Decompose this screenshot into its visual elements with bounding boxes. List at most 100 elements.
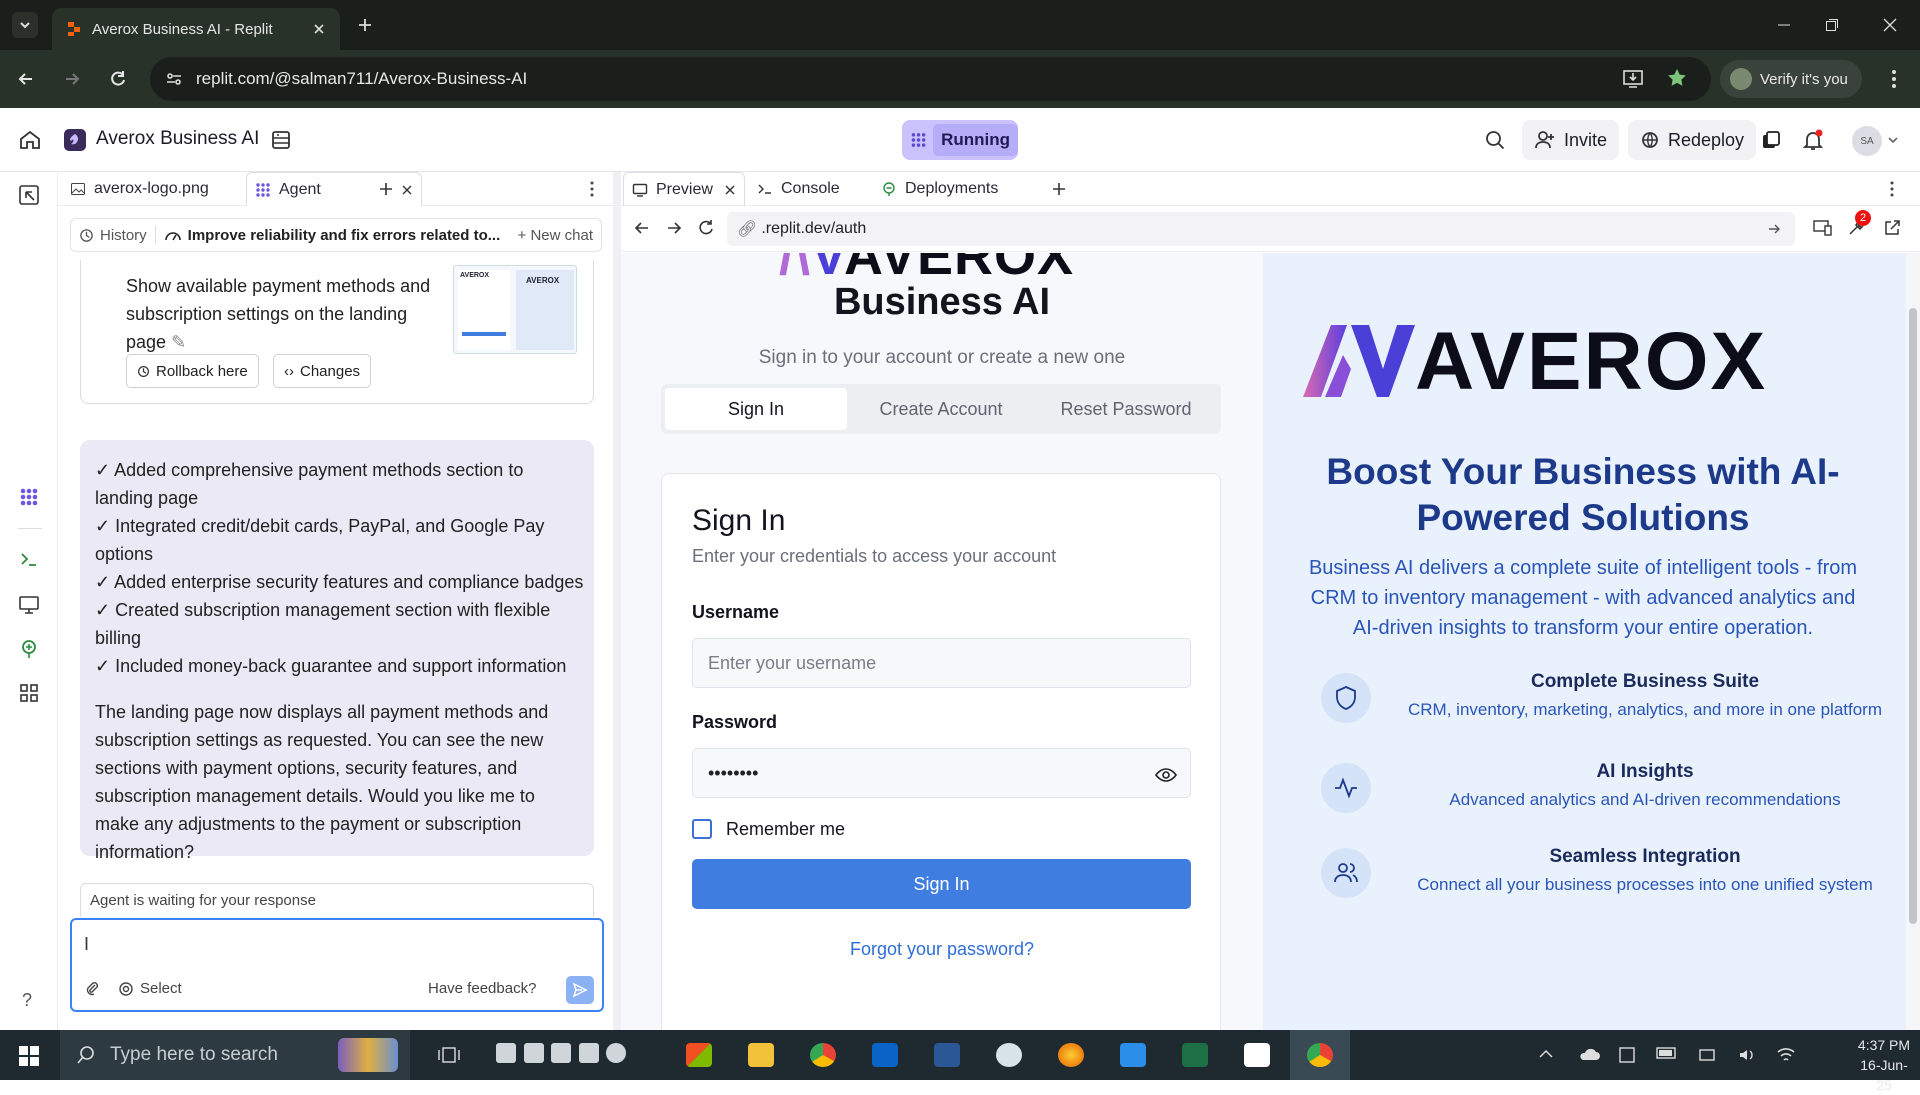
home-icon[interactable]: [18, 128, 42, 152]
changes-button[interactable]: ‹› Changes: [273, 354, 372, 388]
run-status-button[interactable]: Running: [902, 120, 1018, 160]
tab-reset-password[interactable]: Reset Password: [1035, 388, 1217, 430]
app-logo-icon[interactable]: [64, 129, 86, 151]
arrow-left-icon[interactable]: [633, 219, 651, 237]
tab-sign-in[interactable]: Sign In: [665, 388, 847, 430]
thread-title[interactable]: Improve reliability and fix errors relat…: [164, 227, 510, 244]
search-icon[interactable]: [1484, 129, 1506, 151]
window-icon[interactable]: [578, 1043, 599, 1063]
tab-console[interactable]: Console: [749, 172, 848, 206]
tab-averox-logo[interactable]: averox-logo.png: [62, 172, 217, 206]
forgot-password-link[interactable]: Forgot your password?: [662, 939, 1222, 960]
video-icon[interactable]: [551, 1043, 571, 1063]
devices-icon[interactable]: [1813, 219, 1833, 237]
new-tab-button[interactable]: [352, 12, 378, 38]
new-chat-button[interactable]: + New chat: [518, 227, 593, 244]
terminal-icon[interactable]: [18, 548, 40, 570]
wifi-icon[interactable]: [1776, 1046, 1796, 1064]
preview-scrollbar[interactable]: [1906, 253, 1920, 1030]
restore-button[interactable]: [1812, 12, 1852, 38]
chevron-down-icon[interactable]: [1888, 136, 1898, 144]
browser-menu-button[interactable]: [1882, 67, 1906, 91]
chrome-icon[interactable]: [810, 1043, 836, 1067]
sign-in-button[interactable]: Sign In: [692, 859, 1191, 909]
feedback-link[interactable]: Have feedback?: [428, 980, 536, 997]
rollback-button[interactable]: Rollback here: [126, 354, 259, 388]
battery-icon[interactable]: [1656, 1046, 1678, 1060]
preview-url-bar[interactable]: 🔗︎ .replit.dev/auth: [727, 212, 1795, 246]
taskbar-search[interactable]: Type here to search: [60, 1030, 410, 1080]
password-input[interactable]: [692, 748, 1191, 798]
settings-gear-icon[interactable]: [606, 1043, 626, 1063]
close-icon[interactable]: [312, 22, 326, 36]
username-input[interactable]: [692, 638, 1191, 688]
excel-icon[interactable]: [1182, 1043, 1208, 1067]
paint-icon[interactable]: [996, 1043, 1022, 1067]
history-button[interactable]: History: [79, 227, 147, 244]
camera-icon[interactable]: [523, 1043, 544, 1063]
snipping-tool-icon[interactable]: [496, 1043, 516, 1063]
chat-history[interactable]: Show available payment methods and subsc…: [58, 260, 613, 870]
meet-now-icon[interactable]: [1698, 1046, 1716, 1064]
windows-start-icon[interactable]: [18, 1045, 40, 1067]
address-bar[interactable]: replit.com/@salman711/Averox-Business-AI: [150, 57, 1711, 101]
chat-input[interactable]: I Select Have feedback?: [70, 918, 604, 1012]
eye-icon[interactable]: [1155, 767, 1177, 783]
user-avatar[interactable]: SA: [1852, 126, 1882, 156]
help-icon[interactable]: ?: [22, 990, 32, 1011]
tab-deployments[interactable]: Deployments: [873, 172, 1006, 206]
redeploy-button[interactable]: Redeploy: [1628, 120, 1757, 160]
screenshot-thumbnail[interactable]: AVEROX AVEROX: [453, 265, 577, 354]
chevron-up-icon[interactable]: [1538, 1046, 1554, 1062]
select-element-button[interactable]: Select: [118, 980, 182, 997]
monitor-icon[interactable]: [18, 594, 40, 616]
outlook-icon[interactable]: [872, 1043, 898, 1067]
onedrive-icon[interactable]: [1578, 1046, 1600, 1062]
tab-create-account[interactable]: Create Account: [850, 388, 1032, 430]
tab-preview[interactable]: Preview: [623, 172, 745, 206]
chrome-icon[interactable]: [1307, 1043, 1333, 1067]
scrollbar-thumb[interactable]: [1909, 308, 1917, 924]
screen-capture-icon[interactable]: [1618, 1046, 1636, 1064]
arrow-right-icon[interactable]: [1767, 222, 1781, 236]
bookmark-star-icon[interactable]: [1666, 67, 1688, 89]
agent-icon[interactable]: [18, 486, 40, 508]
capcut-icon[interactable]: [1244, 1043, 1270, 1067]
external-link-icon[interactable]: [1883, 219, 1901, 237]
browser-tab[interactable]: Averox Business AI - Replit: [52, 8, 340, 50]
word-icon[interactable]: [934, 1043, 960, 1067]
plus-icon[interactable]: [378, 181, 394, 197]
pane-splitter[interactable]: [613, 172, 621, 1030]
task-view-icon[interactable]: [438, 1045, 460, 1065]
bell-icon[interactable]: [1802, 129, 1824, 151]
site-info-icon[interactable]: [164, 69, 184, 89]
firefox-icon[interactable]: [1058, 1043, 1084, 1067]
deploy-icon[interactable]: [18, 638, 40, 660]
edit-icon[interactable]: ✎: [171, 332, 186, 352]
arrow-right-icon[interactable]: [665, 219, 683, 237]
database-icon[interactable]: [270, 129, 292, 151]
app-name[interactable]: Averox Business AI: [96, 128, 259, 150]
invite-button[interactable]: Invite: [1522, 120, 1620, 160]
close-icon[interactable]: [724, 184, 736, 196]
copy-icon[interactable]: [1760, 129, 1782, 151]
reload-button[interactable]: [106, 67, 130, 91]
kebab-menu-icon[interactable]: [589, 181, 595, 197]
app-preview[interactable]: /\VAVEROX Business AI Sign in to your ac…: [621, 253, 1906, 1030]
system-clock[interactable]: 4:37 PM 16-Jun-25: [1854, 1035, 1914, 1095]
minimize-button[interactable]: [1764, 12, 1804, 38]
install-app-icon[interactable]: [1622, 67, 1644, 89]
forward-button[interactable]: [60, 67, 84, 91]
file-explorer-icon[interactable]: [748, 1043, 774, 1067]
tab-search-button[interactable]: [12, 12, 38, 38]
plus-icon[interactable]: [1051, 181, 1067, 197]
volume-icon[interactable]: [1738, 1046, 1756, 1064]
close-icon[interactable]: [401, 184, 413, 196]
attach-button[interactable]: [84, 980, 100, 996]
reload-icon[interactable]: [697, 219, 715, 237]
file-tree-toggle-icon[interactable]: [18, 184, 40, 206]
send-button[interactable]: [566, 976, 594, 1004]
kebab-menu-icon[interactable]: [1889, 181, 1895, 197]
store-icon[interactable]: [686, 1043, 712, 1067]
back-button[interactable]: [14, 67, 38, 91]
